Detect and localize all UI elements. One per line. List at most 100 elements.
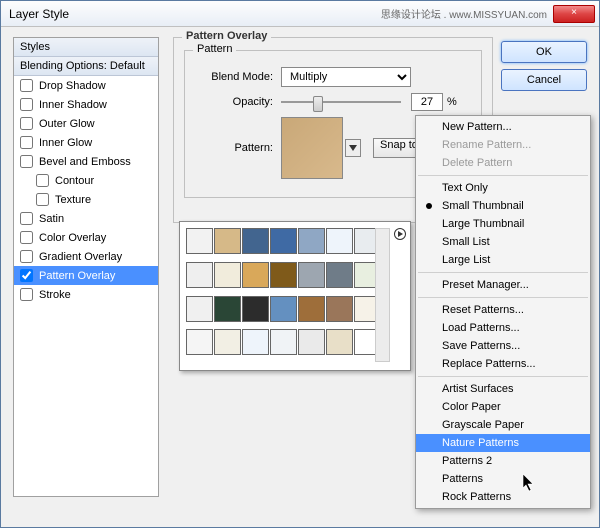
menu-item-patterns[interactable]: Patterns xyxy=(416,470,590,488)
menu-item-large-list[interactable]: Large List xyxy=(416,251,590,269)
pattern-swatch[interactable] xyxy=(186,329,213,355)
style-checkbox[interactable] xyxy=(20,269,33,282)
style-checkbox[interactable] xyxy=(20,136,33,149)
menu-item-grayscale-paper[interactable]: Grayscale Paper xyxy=(416,416,590,434)
style-row-inner-shadow[interactable]: Inner Shadow xyxy=(14,95,158,114)
pattern-swatch[interactable] xyxy=(270,329,297,355)
menu-item-small-list[interactable]: Small List xyxy=(416,233,590,251)
menu-item-load-patterns[interactable]: Load Patterns... xyxy=(416,319,590,337)
pattern-dropdown-button[interactable] xyxy=(345,139,361,157)
pattern-swatch[interactable] xyxy=(186,262,213,288)
menu-item-replace-patterns[interactable]: Replace Patterns... xyxy=(416,355,590,373)
pattern-swatch[interactable] xyxy=(298,262,325,288)
pattern-swatch[interactable] xyxy=(270,296,297,322)
opacity-input[interactable]: 27 xyxy=(411,93,443,111)
menu-item-save-patterns[interactable]: Save Patterns... xyxy=(416,337,590,355)
menu-item-small-thumbnail[interactable]: Small Thumbnail xyxy=(416,197,590,215)
pattern-swatch[interactable] xyxy=(186,228,213,254)
style-checkbox[interactable] xyxy=(20,212,33,225)
blend-mode-select[interactable]: Multiply xyxy=(281,67,411,87)
style-checkbox[interactable] xyxy=(36,174,49,187)
menu-item-label: Large Thumbnail xyxy=(442,218,524,230)
style-row-inner-glow[interactable]: Inner Glow xyxy=(14,133,158,152)
menu-item-label: Patterns xyxy=(442,473,483,485)
style-row-pattern-overlay[interactable]: Pattern Overlay xyxy=(14,266,158,285)
swatch-scrollbar[interactable] xyxy=(375,228,390,362)
menu-item-label: Load Patterns... xyxy=(442,322,520,334)
menu-item-label: Delete Pattern xyxy=(442,157,512,169)
style-label: Bevel and Emboss xyxy=(39,156,131,168)
menu-item-new-pattern[interactable]: New Pattern... xyxy=(416,118,590,136)
flyout-menu-button[interactable] xyxy=(394,228,408,242)
dialog-title: Layer Style xyxy=(5,7,381,21)
style-row-color-overlay[interactable]: Color Overlay xyxy=(14,228,158,247)
styles-header[interactable]: Styles xyxy=(14,38,158,57)
pattern-swatch[interactable] xyxy=(298,228,325,254)
menu-item-large-thumbnail[interactable]: Large Thumbnail xyxy=(416,215,590,233)
pattern-swatch[interactable] xyxy=(214,228,241,254)
menu-item-label: Color Paper xyxy=(442,401,501,413)
menu-separator xyxy=(418,376,588,377)
menu-item-text-only[interactable]: Text Only xyxy=(416,179,590,197)
pattern-swatch[interactable] xyxy=(326,329,353,355)
pattern-swatch[interactable] xyxy=(242,262,269,288)
style-checkbox[interactable] xyxy=(20,79,33,92)
pattern-swatch[interactable] xyxy=(186,296,213,322)
menu-separator xyxy=(418,297,588,298)
style-checkbox[interactable] xyxy=(20,231,33,244)
ok-button[interactable]: OK xyxy=(501,41,587,63)
cursor-icon xyxy=(523,474,535,492)
style-row-contour[interactable]: Contour xyxy=(14,171,158,190)
pattern-preview[interactable] xyxy=(281,117,343,179)
pattern-swatch[interactable] xyxy=(242,329,269,355)
blend-mode-label: Blend Mode: xyxy=(193,71,273,83)
style-checkbox[interactable] xyxy=(20,288,33,301)
titlebar[interactable]: Layer Style 思缘设计论坛 . www.MISSYUAN.com × xyxy=(1,1,599,27)
menu-item-color-paper[interactable]: Color Paper xyxy=(416,398,590,416)
pattern-swatch[interactable] xyxy=(326,262,353,288)
style-row-outer-glow[interactable]: Outer Glow xyxy=(14,114,158,133)
style-checkbox[interactable] xyxy=(20,117,33,130)
pattern-swatch[interactable] xyxy=(298,329,325,355)
menu-item-artist-surfaces[interactable]: Artist Surfaces xyxy=(416,380,590,398)
close-button[interactable]: × xyxy=(553,5,595,23)
pattern-swatch[interactable] xyxy=(214,296,241,322)
style-row-drop-shadow[interactable]: Drop Shadow xyxy=(14,76,158,95)
style-row-satin[interactable]: Satin xyxy=(14,209,158,228)
group-label: Pattern Overlay xyxy=(182,30,271,42)
cancel-button[interactable]: Cancel xyxy=(501,69,587,91)
menu-separator xyxy=(418,175,588,176)
inner-label: Pattern xyxy=(193,43,236,55)
style-checkbox[interactable] xyxy=(20,98,33,111)
style-row-stroke[interactable]: Stroke xyxy=(14,285,158,304)
blending-options-row[interactable]: Blending Options: Default xyxy=(14,57,158,76)
style-checkbox[interactable] xyxy=(20,155,33,168)
menu-item-label: Preset Manager... xyxy=(442,279,529,291)
pattern-swatch[interactable] xyxy=(326,296,353,322)
menu-separator xyxy=(418,272,588,273)
pattern-swatch[interactable] xyxy=(270,228,297,254)
style-label: Pattern Overlay xyxy=(39,270,115,282)
opacity-slider[interactable] xyxy=(281,94,401,110)
pattern-swatch[interactable] xyxy=(242,228,269,254)
pattern-swatch[interactable] xyxy=(214,262,241,288)
style-row-gradient-overlay[interactable]: Gradient Overlay xyxy=(14,247,158,266)
percent-label: % xyxy=(447,96,457,108)
style-row-texture[interactable]: Texture xyxy=(14,190,158,209)
pattern-swatch[interactable] xyxy=(214,329,241,355)
menu-item-label: Nature Patterns xyxy=(442,437,519,449)
menu-item-nature-patterns[interactable]: Nature Patterns xyxy=(416,434,590,452)
menu-item-patterns-2[interactable]: Patterns 2 xyxy=(416,452,590,470)
pattern-swatch[interactable] xyxy=(270,262,297,288)
menu-item-preset-manager[interactable]: Preset Manager... xyxy=(416,276,590,294)
pattern-swatch[interactable] xyxy=(298,296,325,322)
style-row-bevel-and-emboss[interactable]: Bevel and Emboss xyxy=(14,152,158,171)
menu-item-reset-patterns[interactable]: Reset Patterns... xyxy=(416,301,590,319)
pattern-swatch[interactable] xyxy=(242,296,269,322)
menu-item-rock-patterns[interactable]: Rock Patterns xyxy=(416,488,590,506)
style-checkbox[interactable] xyxy=(20,250,33,263)
style-checkbox[interactable] xyxy=(36,193,49,206)
style-label: Outer Glow xyxy=(39,118,95,130)
pattern-swatch[interactable] xyxy=(326,228,353,254)
style-label: Contour xyxy=(55,175,94,187)
